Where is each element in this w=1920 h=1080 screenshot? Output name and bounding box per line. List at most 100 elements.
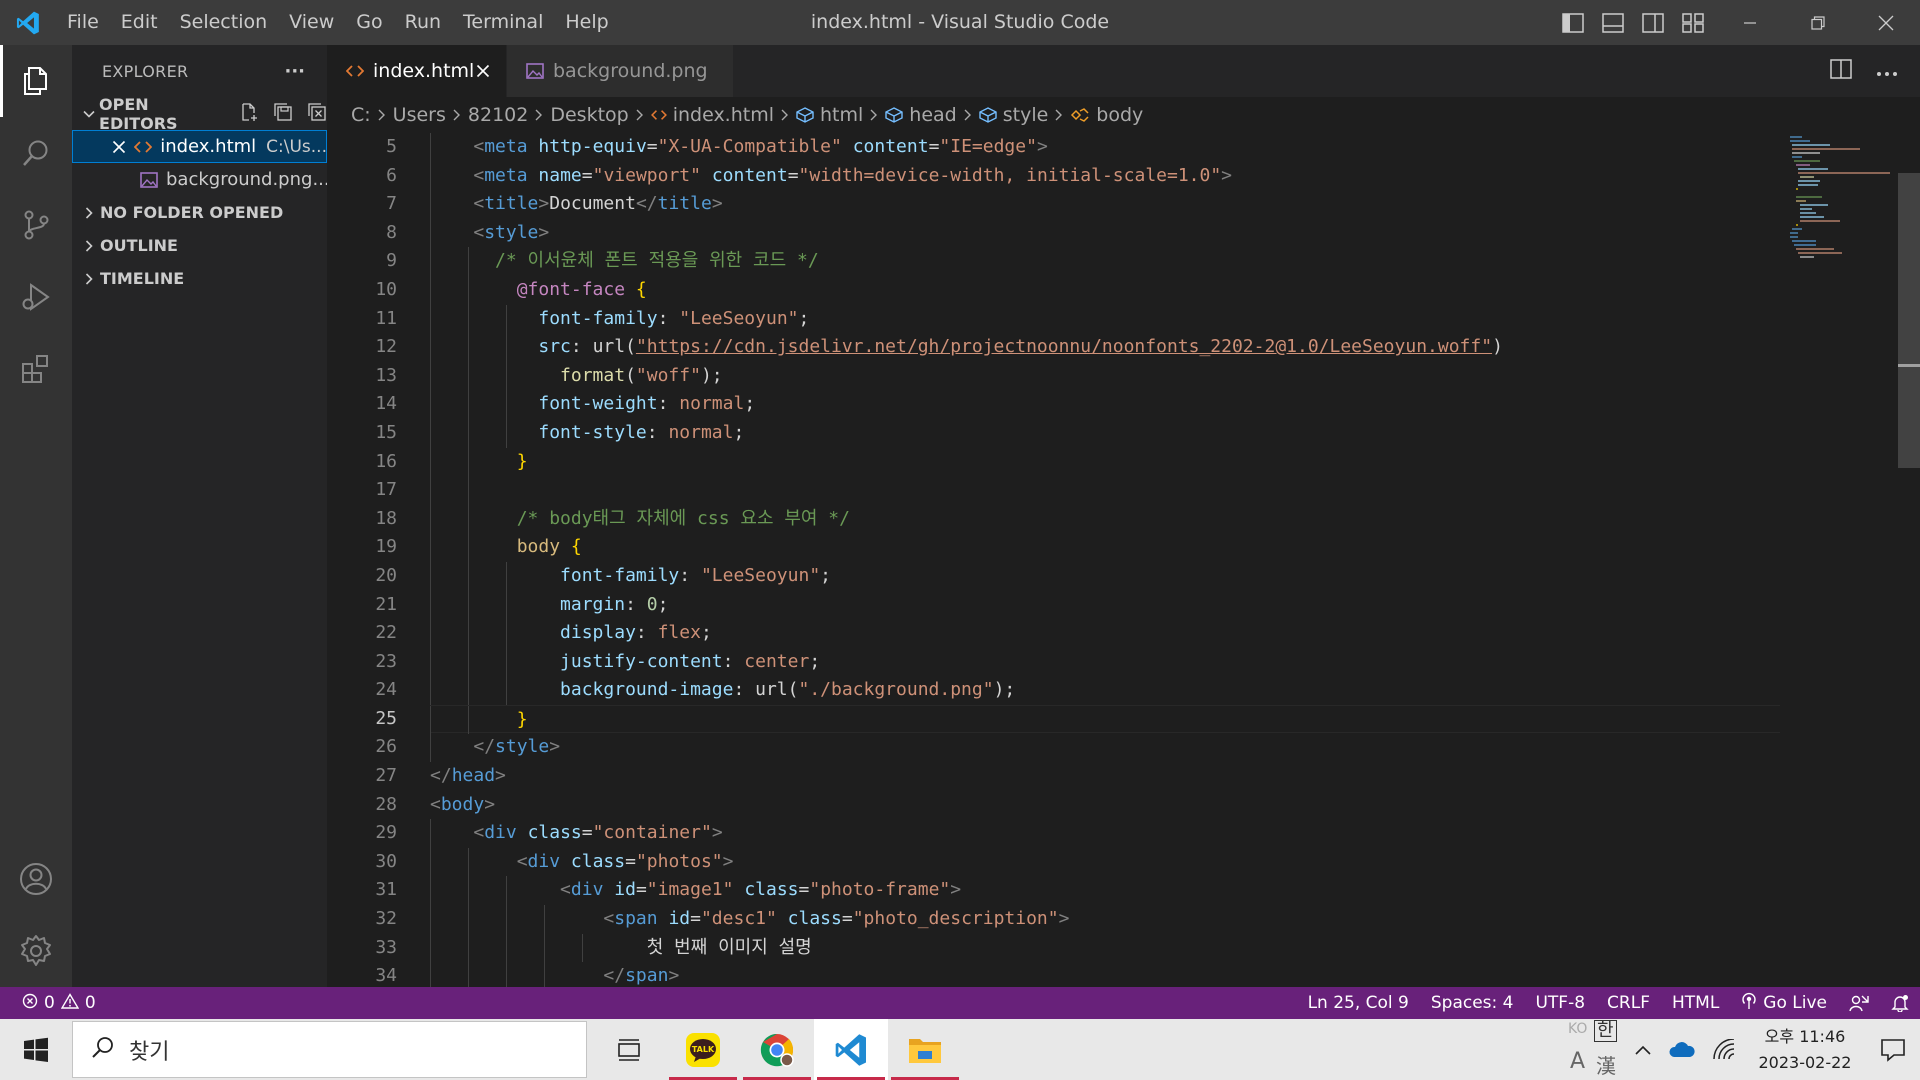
- encoding[interactable]: UTF-8: [1524, 987, 1596, 1019]
- code-line[interactable]: [430, 476, 1780, 505]
- code-line[interactable]: display: flex;: [430, 619, 1780, 648]
- code-area[interactable]: <meta http-equiv="X-UA-Compatible" conte…: [430, 133, 1780, 987]
- toggle-secondary-sidebar-icon[interactable]: [1640, 10, 1666, 36]
- run-debug-icon[interactable]: [0, 261, 72, 333]
- code-editor[interactable]: 5 6 7 8 9 10 11 12 13 14 15 16 17 18 19 20 21 22 23 24 25 26 2…: [327, 133, 1920, 987]
- code-line[interactable]: <meta http-equiv="X-UA-Compatible" conte…: [430, 133, 1780, 162]
- restore-icon[interactable]: [1784, 0, 1852, 45]
- close-icon[interactable]: [110, 140, 128, 154]
- code-line[interactable]: font-family: "LeeSeoyun";: [430, 561, 1780, 591]
- language-mode[interactable]: HTML: [1661, 987, 1730, 1019]
- open-editors-section[interactable]: OPEN EDITORS: [72, 95, 327, 133]
- onedrive-cloud-icon[interactable]: [1660, 1041, 1704, 1059]
- status-problems[interactable]: 0 0: [0, 992, 96, 1014]
- close-all-editors-icon[interactable]: [307, 102, 327, 126]
- menu-terminal[interactable]: Terminal: [452, 0, 554, 45]
- code-line[interactable]: <div id="image1" class="photo-frame">: [430, 876, 1780, 906]
- minimize-icon[interactable]: [1716, 0, 1784, 45]
- taskbar-search-box[interactable]: 찾기: [72, 1021, 587, 1078]
- code-line[interactable]: <div class="photos">: [430, 847, 1780, 877]
- code-line[interactable]: </span>: [430, 962, 1780, 987]
- toggle-primary-sidebar-icon[interactable]: [1560, 10, 1586, 36]
- breadcrumb-file[interactable]: index.html: [650, 104, 774, 126]
- code-line[interactable]: </style>: [430, 733, 1780, 763]
- code-line[interactable]: font-style: normal;: [430, 418, 1780, 448]
- accounts-icon[interactable]: [0, 843, 72, 915]
- breadcrumb-style[interactable]: style: [979, 104, 1048, 126]
- code-line[interactable]: }: [430, 447, 1780, 477]
- live-share-icon[interactable]: [1838, 987, 1880, 1019]
- breadcrumb-body[interactable]: body: [1070, 104, 1143, 126]
- code-line[interactable]: /* body태그 자체에 css 요소 부여 */: [430, 504, 1780, 534]
- menu-run[interactable]: Run: [394, 0, 452, 45]
- explorer-more-actions[interactable]: ···: [284, 61, 305, 82]
- open-editor-item[interactable]: background.png...: [72, 163, 327, 196]
- code-line[interactable]: font-family: "LeeSeoyun";: [430, 304, 1780, 334]
- notifications-bell-icon[interactable]: [1880, 987, 1920, 1019]
- code-line[interactable]: <style>: [430, 218, 1780, 248]
- breadcrumb-desktop[interactable]: Desktop: [550, 104, 628, 126]
- css-url-link[interactable]: "https://cdn.jsdelivr.net/gh/projectnoon…: [636, 336, 1492, 357]
- tab-background-png[interactable]: background.png: [507, 45, 734, 97]
- customize-layout-icon[interactable]: [1680, 10, 1706, 36]
- code-line[interactable]: justify-content: center;: [430, 647, 1780, 677]
- cursor-position[interactable]: Ln 25, Col 9: [1297, 987, 1420, 1019]
- code-line[interactable]: src: url("https://cdn.jsdelivr.net/gh/pr…: [430, 333, 1780, 362]
- breadcrumb-html[interactable]: html: [796, 104, 863, 126]
- code-line[interactable]: <span id="desc1" class="photo_descriptio…: [430, 905, 1780, 934]
- wifi-icon[interactable]: [1704, 1038, 1744, 1061]
- breadcrumb-drive[interactable]: C:: [351, 104, 371, 126]
- menu-help[interactable]: Help: [554, 0, 619, 45]
- code-line[interactable]: font-weight: normal;: [430, 390, 1780, 419]
- code-line[interactable]: format("woff");: [430, 361, 1780, 391]
- go-live-button[interactable]: Go Live: [1730, 987, 1838, 1019]
- settings-gear-icon[interactable]: [0, 915, 72, 987]
- input-method-indicator[interactable]: KO 한 A 漢: [1566, 1019, 1626, 1080]
- code-line[interactable]: </head>: [430, 762, 1780, 791]
- code-line[interactable]: <title>Document</title>: [430, 190, 1780, 219]
- windows-start-icon[interactable]: [0, 1019, 72, 1080]
- indentation[interactable]: Spaces: 4: [1420, 987, 1525, 1019]
- task-view-icon[interactable]: [592, 1019, 666, 1080]
- save-all-icon[interactable]: [273, 102, 293, 126]
- end-of-line[interactable]: CRLF: [1596, 987, 1661, 1019]
- code-line[interactable]: background-image: url("./background.png"…: [430, 676, 1780, 705]
- taskbar-clock[interactable]: 오후 11:46 2023-02-22: [1750, 1024, 1860, 1076]
- new-untitled-file-icon[interactable]: [239, 102, 259, 126]
- vertical-scrollbar[interactable]: [1898, 173, 1920, 468]
- code-line[interactable]: /* 이서윤체 폰트 적용을 위한 코드 */: [430, 247, 1780, 276]
- more-actions-icon[interactable]: [1876, 62, 1898, 81]
- split-editor-icon[interactable]: [1830, 59, 1852, 83]
- code-line-current[interactable]: }: [430, 704, 1780, 735]
- close-window-icon[interactable]: [1852, 0, 1920, 45]
- vscode-taskbar-icon[interactable]: [814, 1019, 888, 1080]
- kakaotalk-icon[interactable]: TALK: [666, 1019, 740, 1080]
- breadcrumb-head[interactable]: head: [885, 104, 957, 126]
- show-hidden-icons-chevron-up-icon[interactable]: [1626, 1044, 1660, 1056]
- menu-go[interactable]: Go: [345, 0, 393, 45]
- code-line[interactable]: @font-face {: [430, 275, 1780, 305]
- code-line[interactable]: <meta name="viewport" content="width=dev…: [430, 161, 1780, 191]
- chrome-icon[interactable]: [740, 1019, 814, 1080]
- close-icon[interactable]: [476, 64, 490, 78]
- tab-index-html[interactable]: index.html: [327, 45, 507, 97]
- open-editor-item[interactable]: index.html C:\Us...: [72, 130, 327, 163]
- source-control-icon[interactable]: [0, 189, 72, 261]
- menu-view[interactable]: View: [278, 0, 345, 45]
- no-folder-section[interactable]: NO FOLDER OPENED: [72, 196, 327, 229]
- file-explorer-icon[interactable]: [888, 1019, 962, 1080]
- outline-section[interactable]: OUTLINE: [72, 229, 327, 262]
- breadcrumb-user[interactable]: 82102: [468, 104, 528, 126]
- search-icon[interactable]: [0, 117, 72, 189]
- timeline-section[interactable]: TIMELINE: [72, 262, 327, 295]
- code-line[interactable]: <body>: [430, 791, 1780, 820]
- action-center-icon[interactable]: [1866, 1038, 1920, 1062]
- code-line[interactable]: body {: [430, 533, 1780, 562]
- explorer-icon[interactable]: [0, 45, 72, 117]
- menu-selection[interactable]: Selection: [169, 0, 279, 45]
- code-line[interactable]: margin: 0;: [430, 590, 1780, 620]
- menu-edit[interactable]: Edit: [110, 0, 169, 45]
- toggle-panel-icon[interactable]: [1600, 10, 1626, 36]
- menu-file[interactable]: File: [56, 0, 110, 45]
- breadcrumb-users[interactable]: Users: [393, 104, 446, 126]
